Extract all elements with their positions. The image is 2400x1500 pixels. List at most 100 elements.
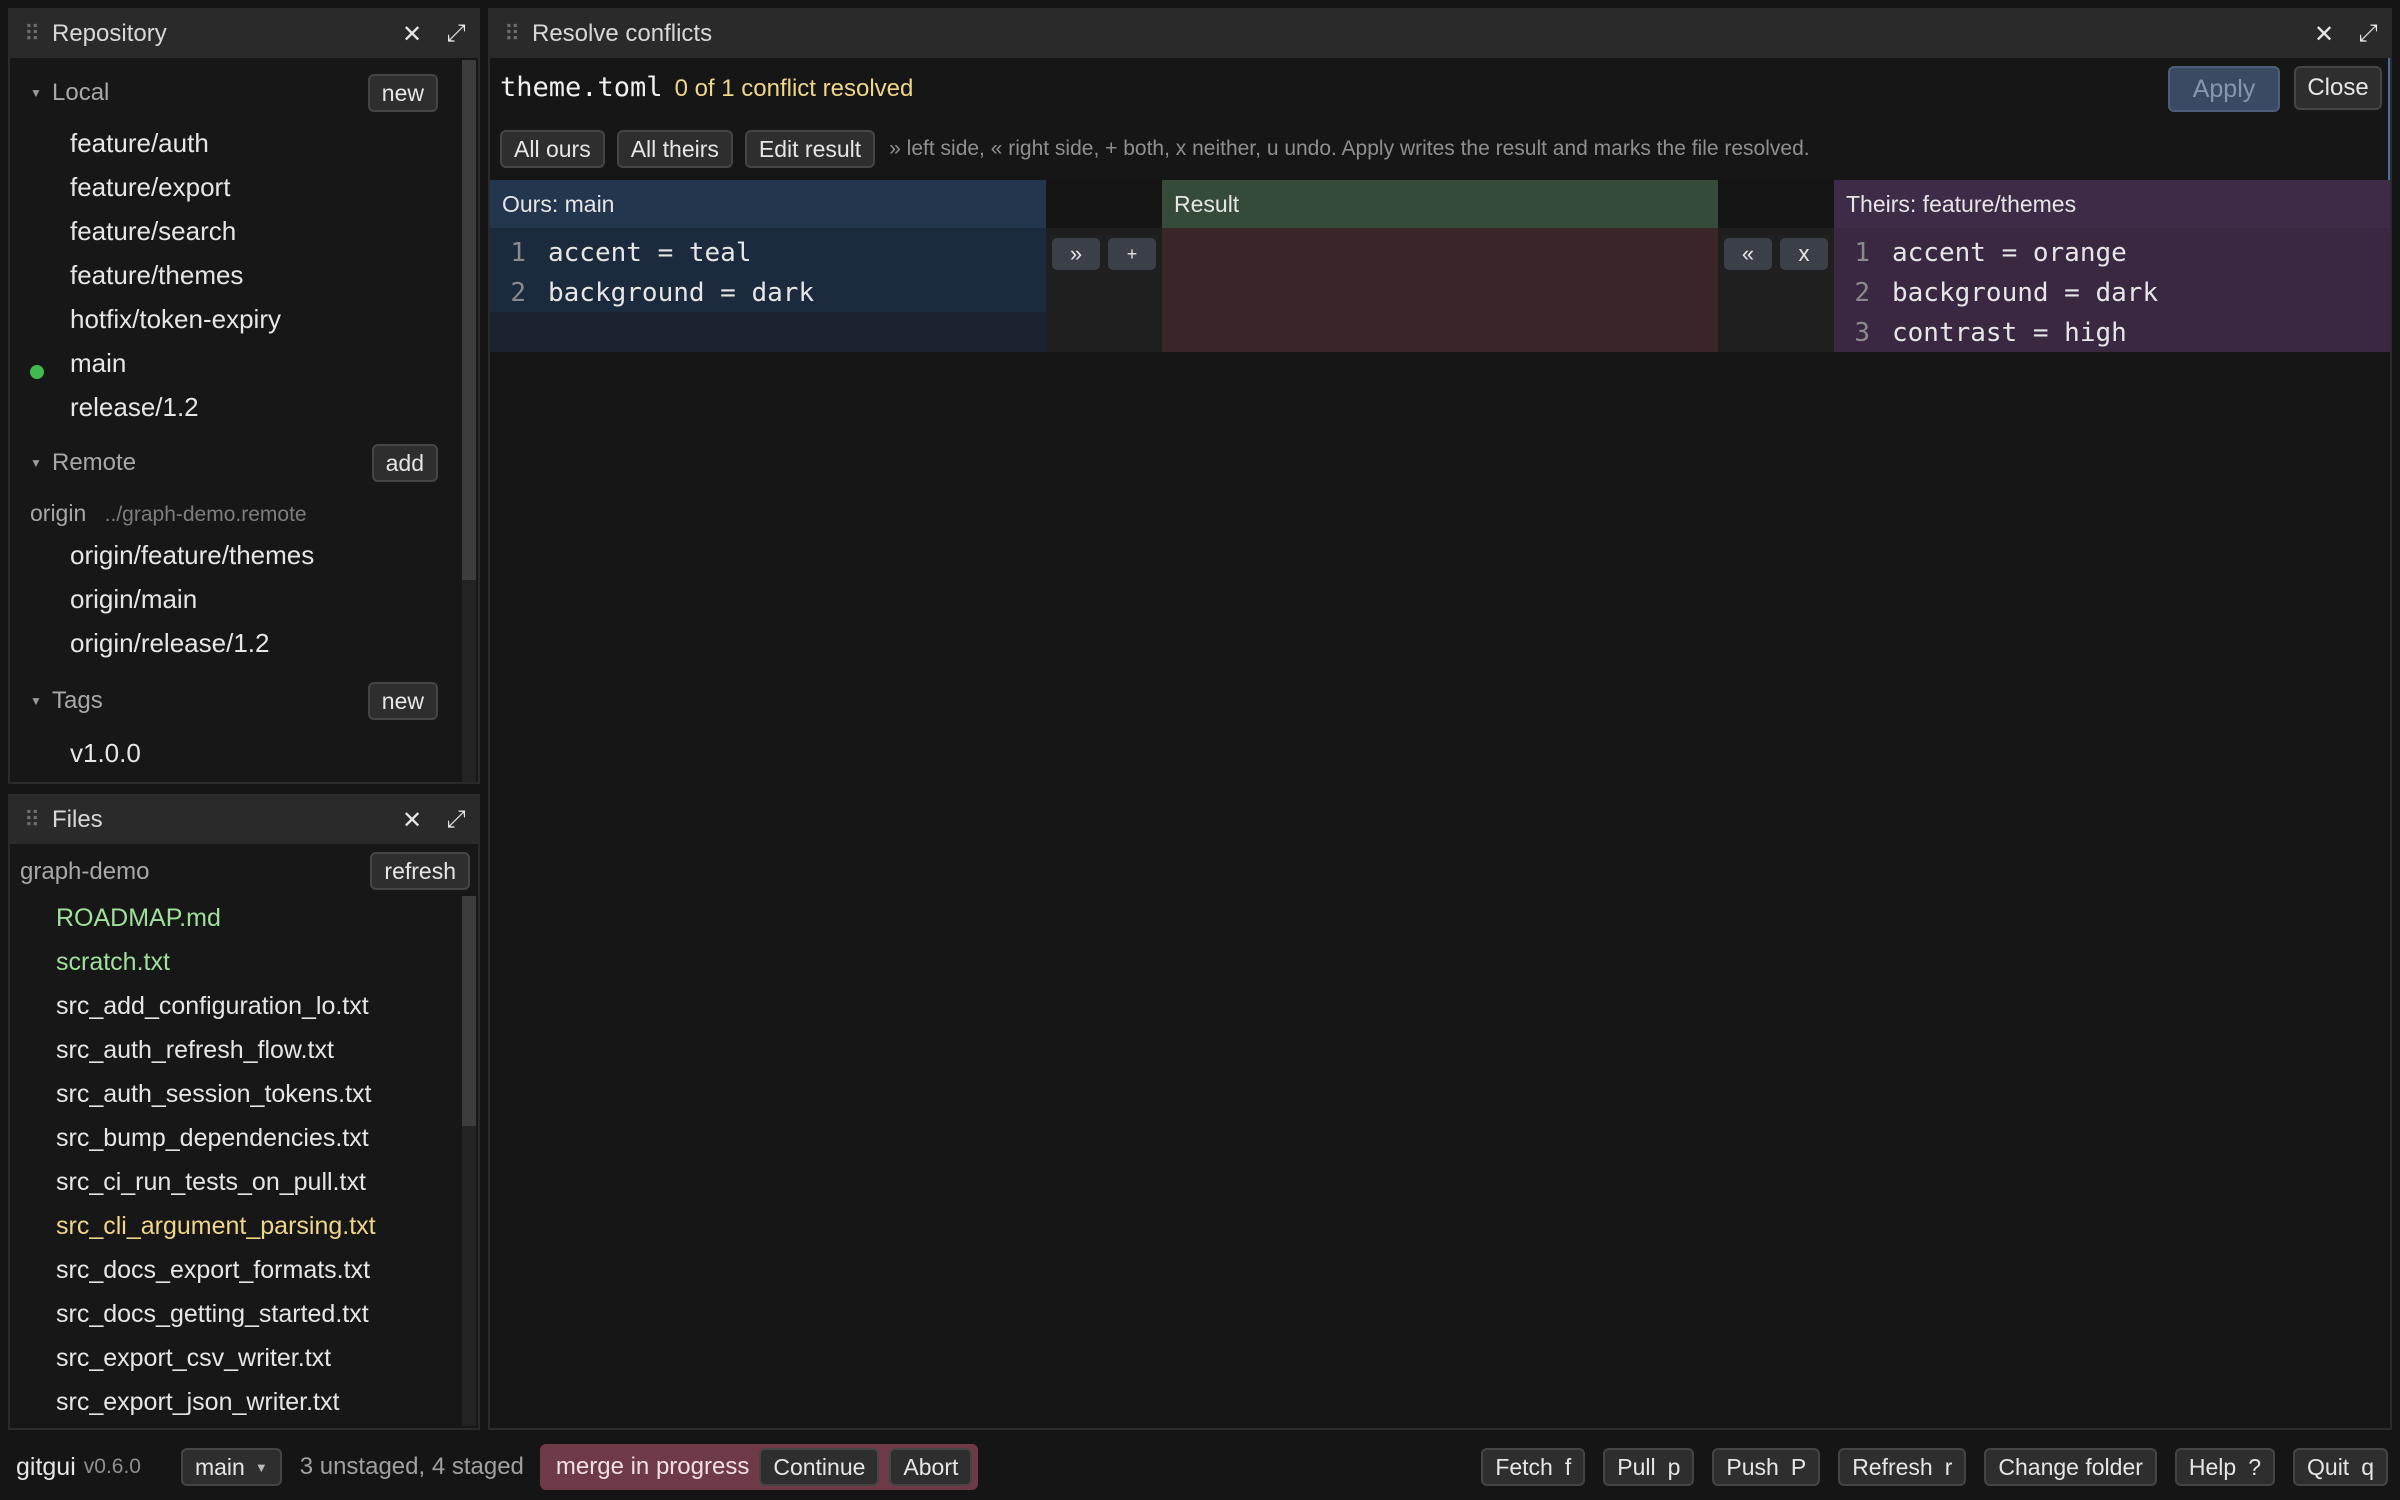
local-branch-item[interactable]: feature/export [70, 172, 230, 203]
new-branch-button[interactable]: new [367, 74, 438, 112]
conflict-panel-header: ⠿ Resolve conflicts ✕ ⤢ [490, 10, 2390, 58]
line-text: background = dark [1892, 278, 2159, 308]
local-branch-item[interactable]: feature/auth [70, 128, 209, 159]
close-icon[interactable]: ✕ [390, 806, 434, 835]
file-item[interactable]: src_docs_export_formats.txt [56, 1256, 370, 1285]
quit-button[interactable]: Quit q [2293, 1448, 2388, 1486]
files-scroll-thumb[interactable] [462, 896, 476, 1126]
change-folder-button[interactable]: Change folder [1984, 1448, 2157, 1486]
refresh-files-button[interactable]: refresh [370, 852, 470, 890]
remote-section-header[interactable]: ▼ Remote add [30, 444, 438, 482]
remote-branch-item[interactable]: origin/release/1.2 [70, 628, 269, 659]
remote-path: ../graph-demo.remote [104, 503, 307, 526]
merge-badge: merge in progress Continue Abort [539, 1444, 979, 1490]
files-scrollbar[interactable] [462, 896, 476, 1426]
file-item[interactable]: src_auth_refresh_flow.txt [56, 1036, 334, 1065]
drag-handle-icon[interactable]: ⠿ [24, 807, 46, 833]
remote-name: origin [30, 500, 87, 526]
take-neither-button[interactable]: x [1780, 238, 1828, 270]
files-panel-header: ⠿ Files ✕ ⤢ [10, 796, 478, 844]
take-right-button[interactable]: « [1724, 238, 1772, 270]
current-branch-dot [30, 365, 44, 379]
remote-origin-row[interactable]: origin ../graph-demo.remote [30, 500, 307, 527]
line-number: 3 [1854, 318, 1870, 348]
remote-branch-item[interactable]: origin/feature/themes [70, 540, 314, 571]
action-label: Refresh [1852, 1453, 1933, 1480]
add-remote-button[interactable]: add [371, 444, 438, 482]
collapse-triangle-icon[interactable]: ▼ [30, 86, 52, 100]
expand-icon[interactable]: ⤢ [2346, 20, 2390, 48]
files-panel-title: Files [52, 806, 103, 833]
local-section-header[interactable]: ▼ Local new [30, 74, 438, 112]
shortcut-hint: » left side, « right side, + both, x nei… [889, 137, 1810, 160]
edit-result-button[interactable]: Edit result [744, 130, 876, 168]
local-branch-item[interactable]: feature/search [70, 216, 236, 247]
local-branch-item[interactable]: release/1.2 [70, 392, 199, 423]
file-item[interactable]: scratch.txt [56, 948, 170, 977]
push-button[interactable]: Push P [1712, 1448, 1821, 1486]
apply-button[interactable]: Apply [2168, 66, 2280, 112]
drag-handle-icon[interactable]: ⠿ [504, 21, 526, 47]
file-item[interactable]: src_export_csv_writer.txt [56, 1344, 331, 1373]
folder-name: graph-demo [20, 858, 150, 885]
tag-item[interactable]: v1.0.0 [70, 738, 141, 769]
local-branch-item[interactable]: feature/themes [70, 260, 243, 291]
status-actions: Fetch f Pull p Push P Refresh r Change folder Hel… [1481, 1448, 2388, 1486]
refresh-button[interactable]: Refresh r [1838, 1448, 1967, 1486]
all-theirs-button[interactable]: All theirs [616, 130, 733, 168]
local-branch-item[interactable]: main [70, 348, 126, 379]
file-item[interactable]: src_docs_getting_started.txt [56, 1300, 369, 1329]
line-number: 2 [1854, 278, 1870, 308]
file-item[interactable]: src_bump_dependencies.txt [56, 1124, 369, 1153]
take-both-button[interactable]: + [1108, 238, 1156, 270]
close-button[interactable]: Close [2294, 66, 2382, 110]
conflict-filename: theme.toml [500, 72, 663, 103]
repository-panel-header: ⠿ Repository ✕ ⤢ [10, 10, 478, 58]
theirs-header: Theirs: feature/themes [1834, 180, 2390, 228]
theirs-code-line: 2 background = dark [1834, 278, 2158, 308]
resolve-conflicts-panel: ⠿ Resolve conflicts ✕ ⤢ theme.toml 0 of … [488, 8, 2392, 1430]
file-item[interactable]: src_auth_session_tokens.txt [56, 1080, 371, 1109]
file-item[interactable]: src_ci_run_tests_on_pull.txt [56, 1168, 366, 1197]
close-icon[interactable]: ✕ [2302, 20, 2346, 49]
pull-button[interactable]: Pull p [1603, 1448, 1695, 1486]
continue-merge-button[interactable]: Continue [759, 1448, 880, 1486]
expand-icon[interactable]: ⤢ [434, 20, 478, 48]
theirs-code-line: 1 accent = orange [1834, 238, 2126, 268]
repository-panel-title: Repository [52, 20, 167, 47]
remote-section-label: Remote [52, 449, 137, 476]
repository-scrollbar[interactable] [462, 60, 476, 782]
action-label: Fetch [1495, 1453, 1553, 1480]
fetch-button[interactable]: Fetch f [1481, 1448, 1586, 1486]
result-pane[interactable] [1162, 228, 1718, 352]
app-version: v0.6.0 [83, 1455, 141, 1478]
abort-merge-button[interactable]: Abort [889, 1448, 973, 1486]
ours-code-line: 2 background = dark [490, 278, 814, 308]
gutter-right-header [1718, 180, 1834, 228]
all-ours-button[interactable]: All ours [500, 130, 605, 168]
ours-code-line: 1 accent = teal [490, 238, 751, 268]
collapse-triangle-icon[interactable]: ▼ [30, 456, 52, 470]
remote-branch-item[interactable]: origin/main [70, 584, 197, 615]
expand-icon[interactable]: ⤢ [434, 806, 478, 834]
action-label: Help [2188, 1453, 2237, 1480]
theirs-code-line: 3 contrast = high [1834, 318, 2126, 348]
collapse-triangle-icon[interactable]: ▼ [30, 694, 52, 708]
drag-handle-icon[interactable]: ⠿ [24, 21, 46, 47]
tags-section-header[interactable]: ▼ Tags new [30, 682, 438, 720]
new-tag-button[interactable]: new [367, 682, 438, 720]
local-branch-item[interactable]: hotfix/token-expiry [70, 304, 281, 335]
file-item[interactable]: src_add_configuration_lo.txt [56, 992, 369, 1021]
take-left-button[interactable]: » [1052, 238, 1100, 270]
line-number: 1 [510, 238, 526, 268]
repository-scroll-thumb[interactable] [462, 60, 476, 580]
file-item[interactable]: ROADMAP.md [56, 904, 221, 933]
close-icon[interactable]: ✕ [390, 20, 434, 49]
gutter-left-header [1046, 180, 1162, 228]
line-text: background = dark [548, 278, 815, 308]
branch-selector[interactable]: main ▼ [180, 1448, 282, 1486]
help-button[interactable]: Help? [2174, 1448, 2276, 1486]
file-item[interactable]: src_cli_argument_parsing.txt [56, 1212, 376, 1241]
local-section-label: Local [52, 79, 110, 106]
file-item[interactable]: src_export_json_writer.txt [56, 1388, 339, 1417]
